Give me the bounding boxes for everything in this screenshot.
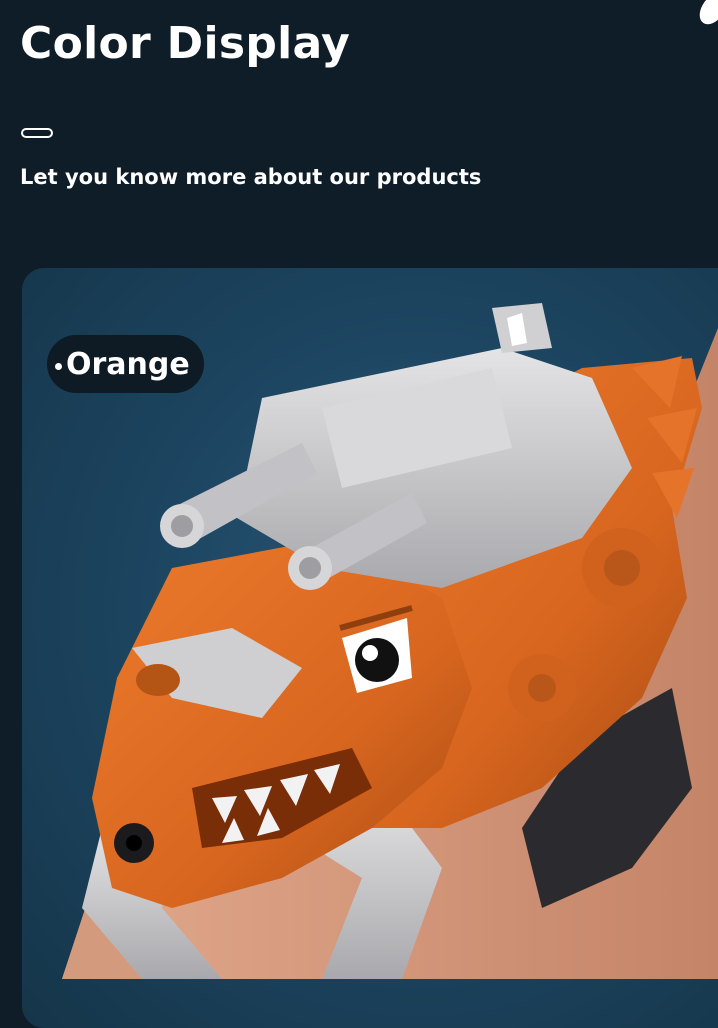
color-option-label: Orange	[66, 346, 190, 382]
page-subtitle: Let you know more about our products	[20, 165, 482, 189]
product-color-card: Orange	[22, 268, 718, 1028]
page-title: Color Display	[20, 18, 351, 69]
color-option-badge[interactable]: Orange	[47, 335, 204, 393]
bullet-dot	[55, 362, 62, 370]
title-divider	[21, 128, 53, 138]
nostril	[136, 664, 180, 696]
corner-decoration	[694, 0, 718, 30]
muzzle-nozzle	[114, 823, 154, 863]
